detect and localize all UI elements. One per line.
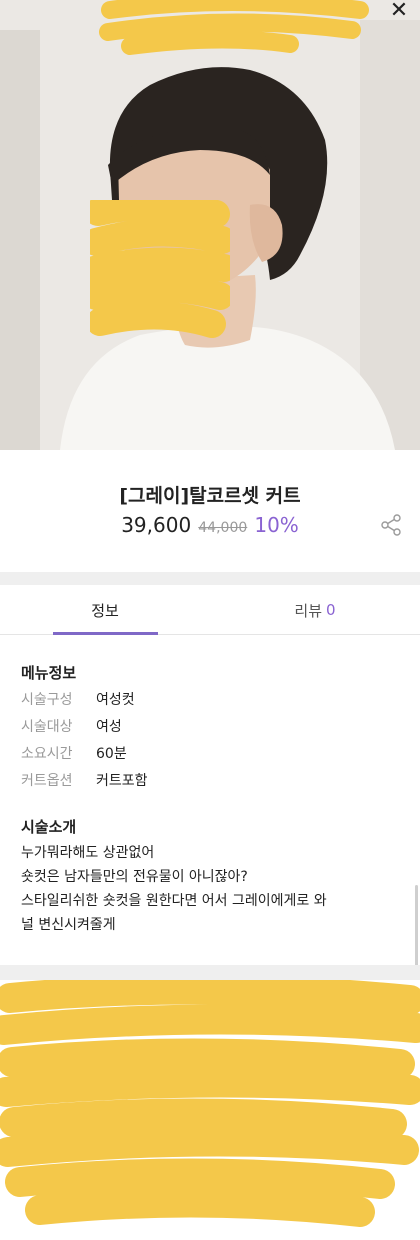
product-title: [그레이]탈코르셋 커트 <box>119 485 301 507</box>
info-key: 시술구성 <box>21 692 73 708</box>
price-row: 39,600 44,000 10% <box>0 513 420 537</box>
intro-title: 시술소개 <box>21 818 77 836</box>
detail-tabs: 정보 리뷰 0 <box>0 585 420 635</box>
bottom-redaction <box>0 980 420 1227</box>
sale-price: 39,600 <box>121 513 192 537</box>
info-value: 커트포함 <box>96 773 148 789</box>
close-icon[interactable]: ✕ <box>388 0 410 22</box>
section-divider <box>0 572 420 585</box>
intro-line: 숏컷은 남자들만의 전유물이 아니잖아? <box>21 869 248 885</box>
review-count: 0 <box>326 601 336 619</box>
info-key: 커트옵션 <box>21 773 73 789</box>
redacted-content <box>0 980 420 1240</box>
info-key: 소요시간 <box>21 746 73 762</box>
info-value: 여성 <box>96 719 122 735</box>
tab-info-label: 정보 <box>91 601 119 620</box>
info-value: 60분 <box>96 746 127 762</box>
info-key: 시술대상 <box>21 719 73 735</box>
tab-info[interactable]: 정보 <box>0 585 210 635</box>
tab-review[interactable]: 리뷰 0 <box>210 585 420 635</box>
info-value: 여성컷 <box>96 692 135 708</box>
share-icon[interactable] <box>379 513 403 537</box>
info-row: 커트옵션 커트포함 <box>21 770 148 790</box>
discount-rate: 10% <box>254 513 299 537</box>
scrollbar[interactable] <box>415 885 418 970</box>
section-divider <box>0 965 420 980</box>
product-photo: ✕ <box>0 0 420 450</box>
active-tab-indicator <box>53 632 158 635</box>
info-row: 시술대상 여성 <box>21 716 122 736</box>
info-row: 소요시간 60분 <box>21 743 127 763</box>
intro-line: 스타일리쉬한 숏컷을 원한다면 어서 그레이에게로 와 <box>21 893 327 909</box>
intro-line: 누가뭐라해도 상관없어 <box>21 845 155 861</box>
info-row: 시술구성 여성컷 <box>21 689 135 709</box>
original-price: 44,000 <box>198 520 248 536</box>
tab-review-label: 리뷰 <box>294 601 323 620</box>
product-summary: [그레이]탈코르셋 커트 39,600 44,000 10% <box>0 450 420 572</box>
top-redaction <box>99 0 369 55</box>
intro-line: 널 변신시켜줄게 <box>21 917 116 933</box>
face-redaction <box>90 200 230 338</box>
menu-info-title: 메뉴정보 <box>21 664 77 682</box>
